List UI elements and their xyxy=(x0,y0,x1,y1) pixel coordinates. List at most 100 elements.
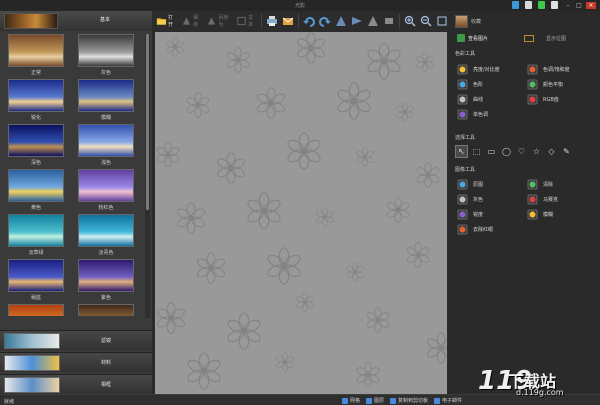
copy-clipboard-button[interactable]: 复制到剪切板 xyxy=(390,397,428,404)
printer-icon xyxy=(267,16,278,26)
color-tool-item[interactable]: 曲线 xyxy=(457,94,483,105)
section-color-tools: 色彩工具 xyxy=(455,51,476,57)
rotate-button[interactable] xyxy=(335,12,347,30)
color-tool-item[interactable]: 单色调 xyxy=(457,109,488,120)
minimize-icon[interactable]: – xyxy=(564,2,572,9)
image-canvas[interactable] xyxy=(155,32,447,394)
zoom-out-button[interactable] xyxy=(420,12,432,30)
color-tool-item[interactable]: 色阶 xyxy=(457,79,483,90)
select-tool-icon[interactable]: ◯ xyxy=(500,145,513,158)
background-flower-pattern xyxy=(267,247,301,285)
zoom-in-button[interactable] xyxy=(404,12,416,30)
skin-icon-2[interactable] xyxy=(525,1,532,9)
layer-toggle[interactable]: 图层 xyxy=(366,397,384,404)
tab-bitmap[interactable]: 显示位图 xyxy=(524,34,566,42)
preset-item[interactable]: 深色 xyxy=(4,124,68,168)
color-tool-item[interactable]: 颜色平衡 xyxy=(527,79,563,90)
avatar[interactable] xyxy=(455,14,468,28)
email-status-button[interactable]: 电子邮件 xyxy=(434,397,462,404)
select-tool-icon[interactable]: ✎ xyxy=(560,145,573,158)
preset-item[interactable] xyxy=(4,304,68,316)
tool-label: 去除红眼 xyxy=(473,227,494,233)
preset-item[interactable]: 锐化 xyxy=(4,79,68,123)
favorites-label[interactable]: 收藏 xyxy=(471,18,481,25)
image-tool-item[interactable]: 锐度 xyxy=(457,209,483,220)
preset-item[interactable]: 灰色 xyxy=(74,34,138,78)
preset-item[interactable]: 黄色 xyxy=(4,169,68,213)
preset-item[interactable]: 紫色 xyxy=(74,259,138,303)
select-tool-icon[interactable]: ♡ xyxy=(515,145,528,158)
save-as-label: 另存为 xyxy=(218,15,229,28)
color-tool-item[interactable]: 色调/饱和度 xyxy=(527,64,570,75)
email-button[interactable] xyxy=(282,12,294,30)
background-flower-pattern xyxy=(166,37,184,57)
tool-label: 灰色 xyxy=(473,197,484,203)
envelope-icon xyxy=(282,17,294,25)
save-button[interactable]: 保存 xyxy=(181,12,202,30)
scrollbar-thumb[interactable] xyxy=(146,34,149,210)
maximize-icon[interactable]: □ xyxy=(575,2,583,9)
background-flower-pattern xyxy=(316,207,334,227)
category-filter[interactable]: 滤镜 xyxy=(0,330,152,350)
color-tool-item[interactable]: RGB值 xyxy=(527,94,559,105)
text-button[interactable]: 文本 xyxy=(236,12,257,30)
preset-scrollbar[interactable] xyxy=(145,34,150,318)
preset-thumbnail xyxy=(8,169,64,202)
preset-item[interactable]: 淡青色 xyxy=(74,214,138,258)
preset-item[interactable]: 稍蓝 xyxy=(4,259,68,303)
skin-icon-4[interactable] xyxy=(551,1,558,9)
flip-button[interactable] xyxy=(351,12,363,30)
skin-icon-3[interactable] xyxy=(538,1,545,9)
tab-view-image[interactable]: 查看图片 xyxy=(457,34,488,42)
image-tool-item[interactable]: 原图 xyxy=(457,179,483,190)
crop-button[interactable] xyxy=(367,12,379,30)
folder-icon xyxy=(156,18,167,25)
category-frame[interactable]: 相框 xyxy=(0,374,152,394)
preset-item[interactable]: 淡草绿 xyxy=(4,214,68,258)
resize-button[interactable] xyxy=(383,12,395,30)
color-tool-item[interactable]: 亮度/对比度 xyxy=(457,64,500,75)
image-tool-item[interactable]: 模糊 xyxy=(527,209,553,220)
background-flower-pattern xyxy=(257,87,285,119)
save-label: 保存 xyxy=(193,15,199,28)
flip-icon xyxy=(352,17,363,25)
open-button[interactable]: 打开 xyxy=(156,12,177,30)
preset-label: 正常 xyxy=(30,70,41,76)
select-tool-icon[interactable]: ◇ xyxy=(545,145,558,158)
select-tool-icon[interactable]: ☆ xyxy=(530,145,543,158)
background-flower-pattern xyxy=(287,132,321,170)
background-flower-pattern xyxy=(157,302,185,334)
background-flower-pattern xyxy=(396,102,414,122)
category-thumbnail xyxy=(4,377,60,393)
image-tool-item[interactable]: 清除 xyxy=(527,179,553,190)
background-flower-pattern xyxy=(187,352,221,390)
save-as-button[interactable]: 另存为 xyxy=(206,12,232,30)
mosaic-icon xyxy=(527,194,538,205)
background-flower-pattern xyxy=(386,197,410,223)
skin-icon-1[interactable] xyxy=(512,1,519,9)
clipboard-icon xyxy=(390,397,397,404)
grid-toggle[interactable]: 网格 xyxy=(342,397,360,404)
image-tool-item[interactable]: 去除红眼 xyxy=(457,224,493,235)
category-material[interactable]: 材料 xyxy=(0,352,152,372)
preset-item[interactable]: 粉红色 xyxy=(74,169,138,213)
image-tool-item[interactable]: 灰色 xyxy=(457,194,483,205)
fit-button[interactable] xyxy=(436,12,448,30)
preset-item[interactable] xyxy=(74,304,138,316)
preset-item[interactable]: 模糊 xyxy=(74,79,138,123)
preset-item[interactable]: 正常 xyxy=(4,34,68,78)
select-tool-icon[interactable]: ↖ xyxy=(455,145,468,158)
print-button[interactable] xyxy=(266,12,278,30)
redo-button[interactable] xyxy=(319,12,332,30)
select-tool-icon[interactable]: ⬚ xyxy=(470,145,483,158)
tool-label: 单色调 xyxy=(473,112,489,118)
category-header-basic[interactable]: 基本 xyxy=(0,11,152,31)
select-tool-icon[interactable]: ▭ xyxy=(485,145,498,158)
preset-label: 淡草绿 xyxy=(28,250,44,256)
undo-button[interactable] xyxy=(303,12,316,30)
preset-label: 深色 xyxy=(30,160,41,166)
image-tool-item[interactable]: 马赛克 xyxy=(527,194,558,205)
preset-item[interactable]: 浅色 xyxy=(74,124,138,168)
tool-label: 清除 xyxy=(543,182,554,188)
close-icon[interactable]: × xyxy=(586,2,596,9)
